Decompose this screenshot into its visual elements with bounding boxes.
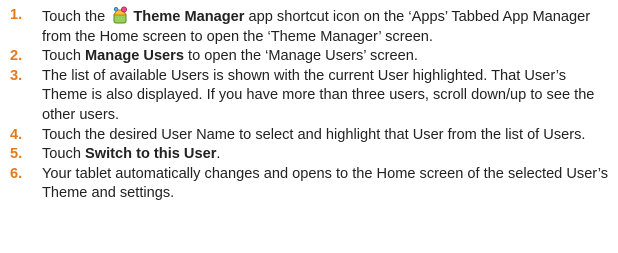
- step-number: 5.: [10, 146, 23, 163]
- switch-user-label: Switch to this User: [85, 146, 217, 163]
- step-text-before: Touch: [42, 146, 81, 163]
- list-item: 4. Touch the desired User Name to select…: [0, 126, 618, 146]
- step-number: 6.: [10, 165, 23, 182]
- step-text: Touch the Theme Manager app shortcut ico…: [42, 6, 618, 47]
- list-item: 3. The list of available Users is shown …: [0, 67, 618, 126]
- app-name-theme-manager: Theme Manager: [133, 9, 245, 25]
- step-text-before: Touch: [42, 48, 81, 65]
- step-number: 3.: [10, 67, 23, 84]
- list-item: 2. Touch Manage Users to open the ‘Manag…: [0, 47, 618, 67]
- manage-users-label: Manage Users: [85, 48, 184, 65]
- theme-manager-icon: [113, 6, 128, 24]
- step-text-after: .: [216, 146, 221, 163]
- step-number: 1.: [10, 7, 23, 23]
- list-item: 6. Your tablet automatically changes and…: [0, 165, 618, 204]
- list-item: 1. Touch the Theme Manager app shortcut …: [0, 6, 618, 47]
- step-number: 2.: [10, 48, 23, 65]
- step-text: Touch the desired User Name to select an…: [42, 126, 586, 143]
- step-text: The list of available Users is shown wit…: [42, 67, 595, 123]
- instruction-list: 1. Touch the Theme Manager app shortcut …: [0, 0, 618, 253]
- step-text-after: to open the ‘Manage Users’ screen.: [188, 48, 418, 65]
- step-number: 4.: [10, 126, 23, 143]
- list-item: 5. Touch Switch to this User.: [0, 145, 618, 165]
- step-text: Touch Switch to this User.: [42, 145, 618, 165]
- step-text: Touch Manage Users to open the ‘Manage U…: [42, 47, 618, 67]
- step-text-before: Touch the: [42, 9, 106, 25]
- step-text: Your tablet automatically changes and op…: [42, 165, 608, 202]
